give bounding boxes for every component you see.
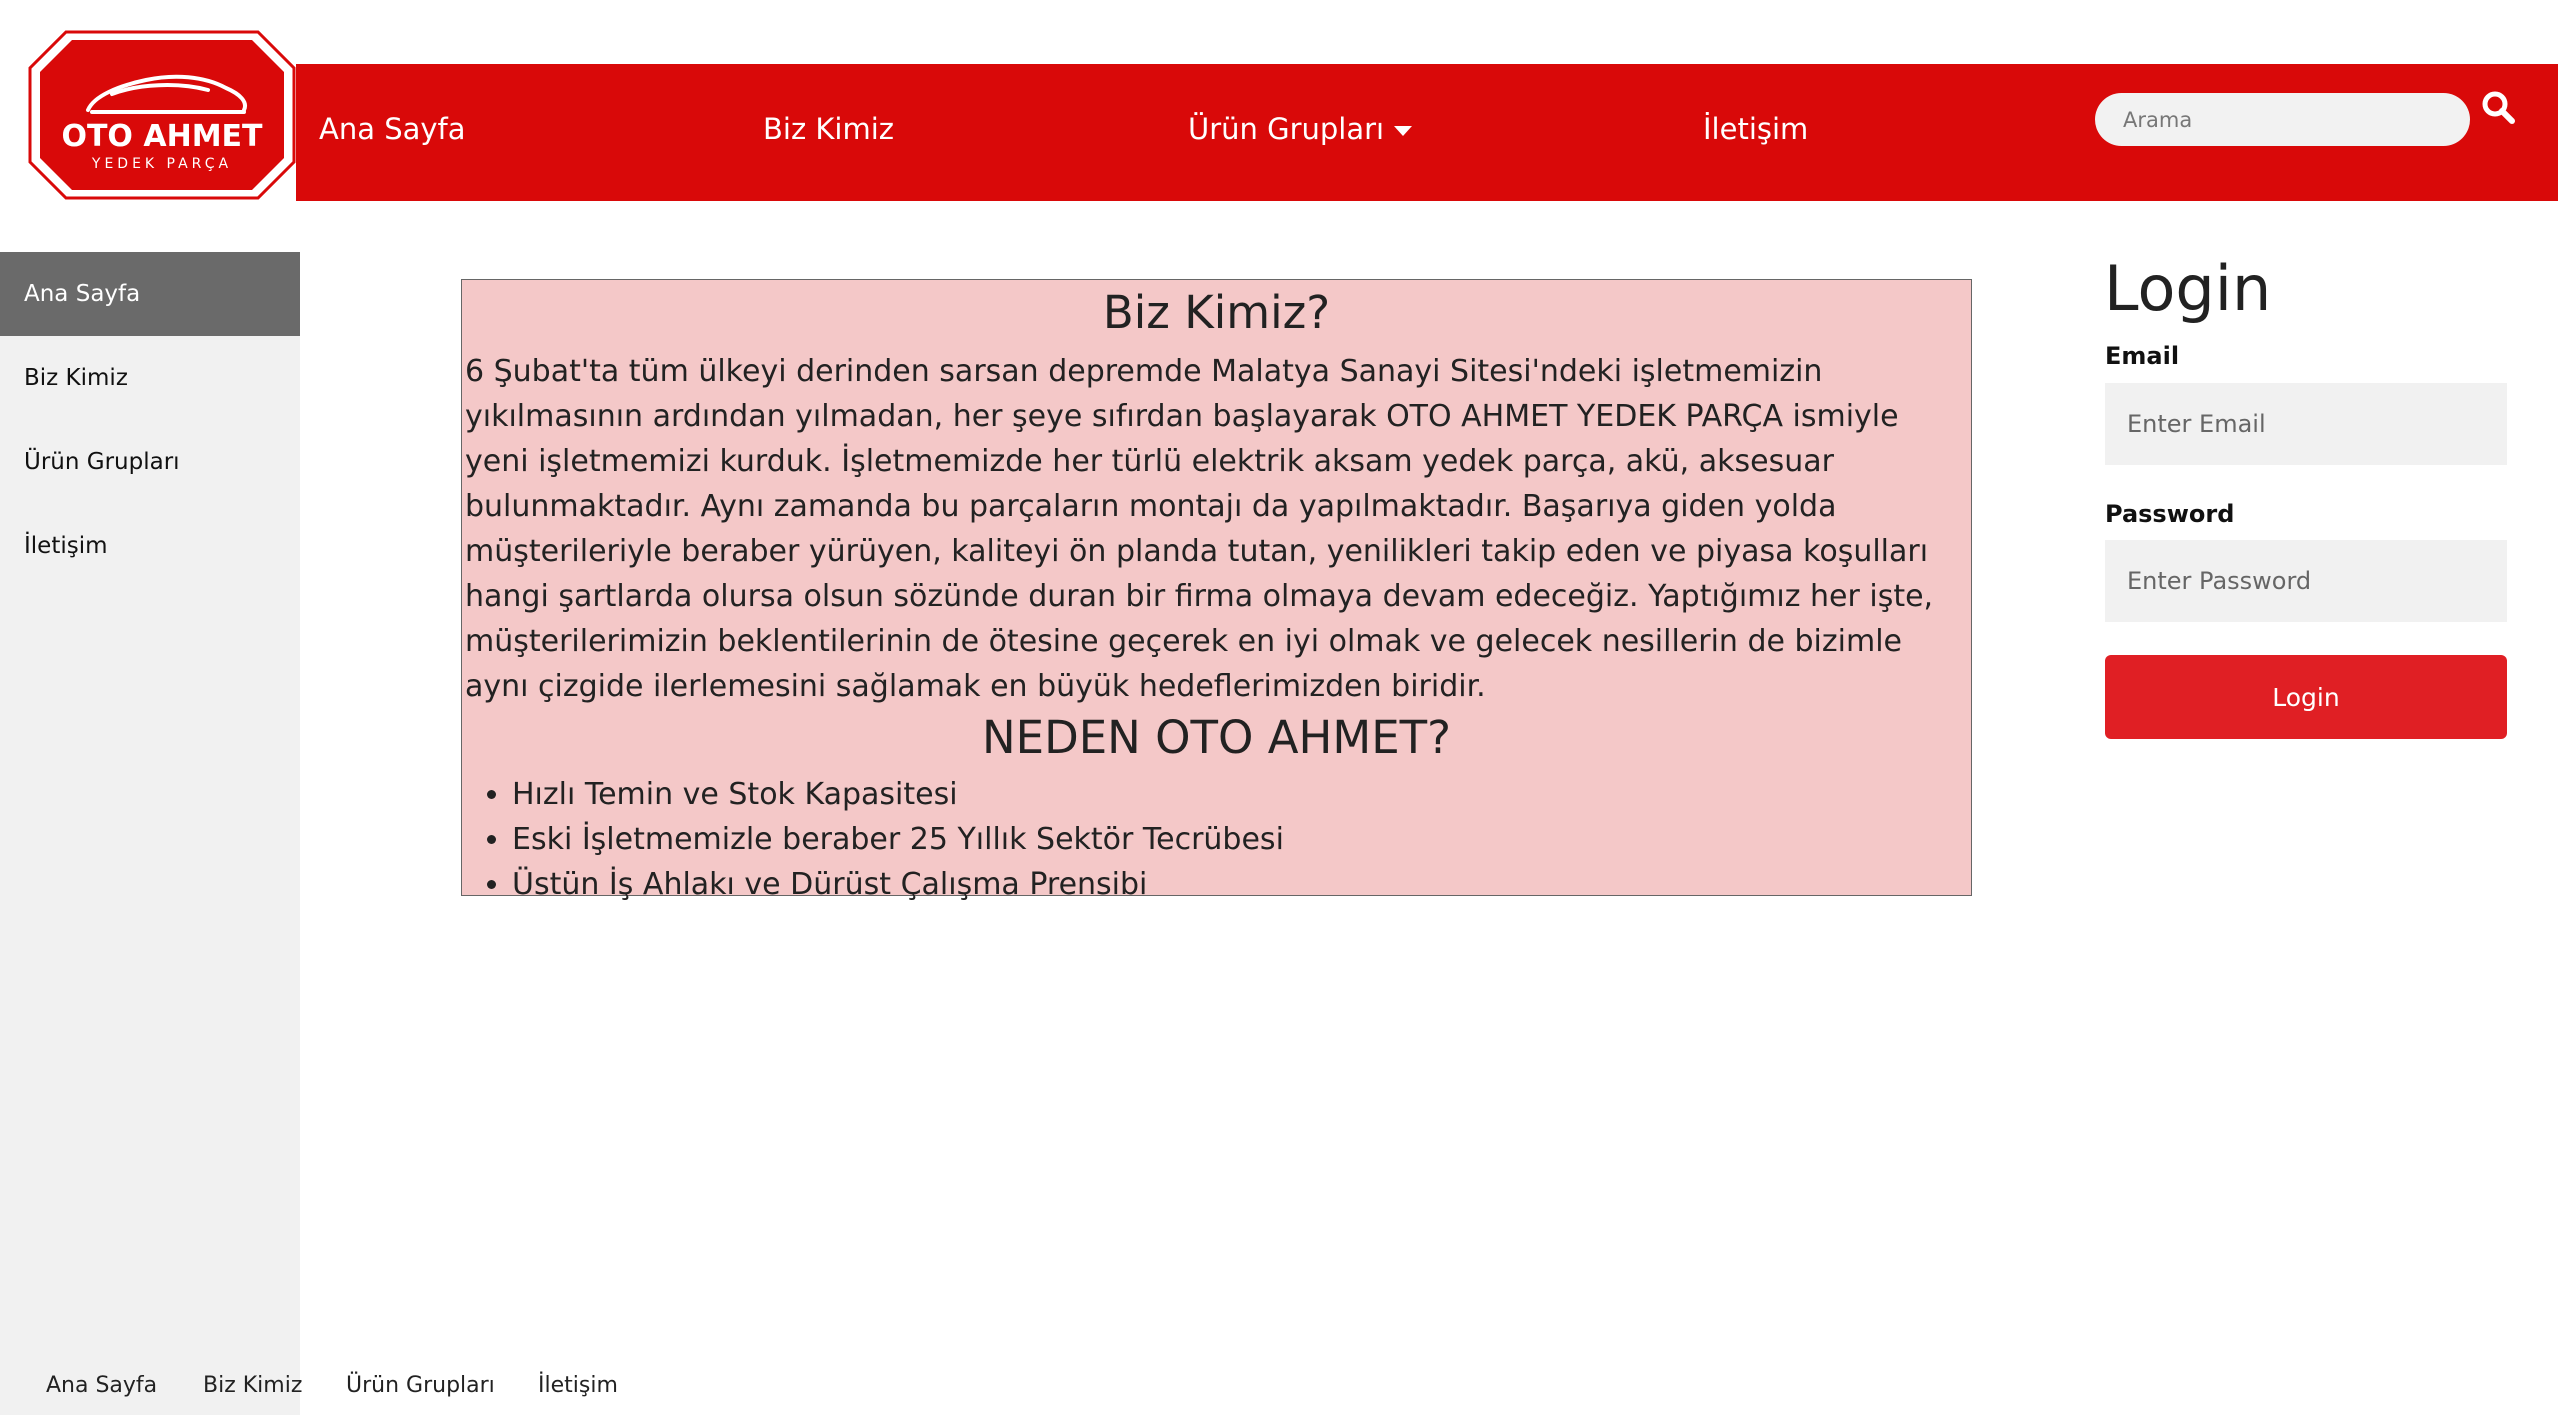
footer-link-contact[interactable]: İletişim xyxy=(538,1373,618,1398)
email-label: Email xyxy=(2105,342,2180,370)
reasons-list: Hızlı Temin ve Stok Kapasitesi Eski İşle… xyxy=(462,772,1971,907)
search-input[interactable] xyxy=(2095,93,2470,146)
logo-badge-icon: OTO AHMET YEDEK PARÇA xyxy=(28,30,296,200)
search-icon[interactable] xyxy=(2481,90,2515,124)
nav-link-about[interactable]: Biz Kimiz xyxy=(763,112,894,146)
caret-down-icon xyxy=(1394,126,1413,136)
sidebar: Ana Sayfa Biz Kimiz Ürün Grupları İletiş… xyxy=(0,252,300,1415)
nav-link-contact[interactable]: İletişim xyxy=(1703,112,1808,146)
password-field[interactable] xyxy=(2105,540,2507,622)
nav-link-home[interactable]: Ana Sayfa xyxy=(319,112,466,146)
svg-text:YEDEK PARÇA: YEDEK PARÇA xyxy=(91,156,232,172)
login-button[interactable]: Login xyxy=(2105,655,2507,739)
sidebar-item-product-groups[interactable]: Ürün Grupları xyxy=(0,420,300,504)
list-item: Eski İşletmemizle beraber 25 Yıllık Sekt… xyxy=(512,817,1971,862)
svg-text:OTO AHMET: OTO AHMET xyxy=(61,119,263,154)
nav-link-product-groups-label: Ürün Grupları xyxy=(1188,112,1385,146)
brand-logo[interactable]: OTO AHMET YEDEK PARÇA xyxy=(28,28,296,202)
list-item: Hızlı Temin ve Stok Kapasitesi xyxy=(512,772,1971,817)
footer-link-home[interactable]: Ana Sayfa xyxy=(46,1373,157,1398)
footer-link-product-groups[interactable]: Ürün Grupları xyxy=(346,1373,495,1398)
password-label: Password xyxy=(2105,500,2235,528)
nav-link-product-groups[interactable]: Ürün Grupları xyxy=(1188,112,1413,146)
why-us-title: NEDEN OTO AHMET? xyxy=(981,711,1452,764)
list-item: Üstün İş Ahlakı ve Dürüst Çalışma Prensi… xyxy=(512,862,1971,907)
about-section: Biz Kimiz? 6 Şubat'ta tüm ülkeyi derinde… xyxy=(461,279,1972,902)
email-field[interactable] xyxy=(2105,383,2507,465)
sidebar-item-about[interactable]: Biz Kimiz xyxy=(0,336,300,420)
login-title: Login xyxy=(2104,252,2272,325)
sidebar-item-home[interactable]: Ana Sayfa xyxy=(0,252,300,336)
about-title: Biz Kimiz? xyxy=(1102,286,1331,339)
sidebar-item-contact[interactable]: İletişim xyxy=(0,504,300,588)
about-paragraph: 6 Şubat'ta tüm ülkeyi derinden sarsan de… xyxy=(465,354,1934,704)
footer-link-about[interactable]: Biz Kimiz xyxy=(203,1373,302,1398)
